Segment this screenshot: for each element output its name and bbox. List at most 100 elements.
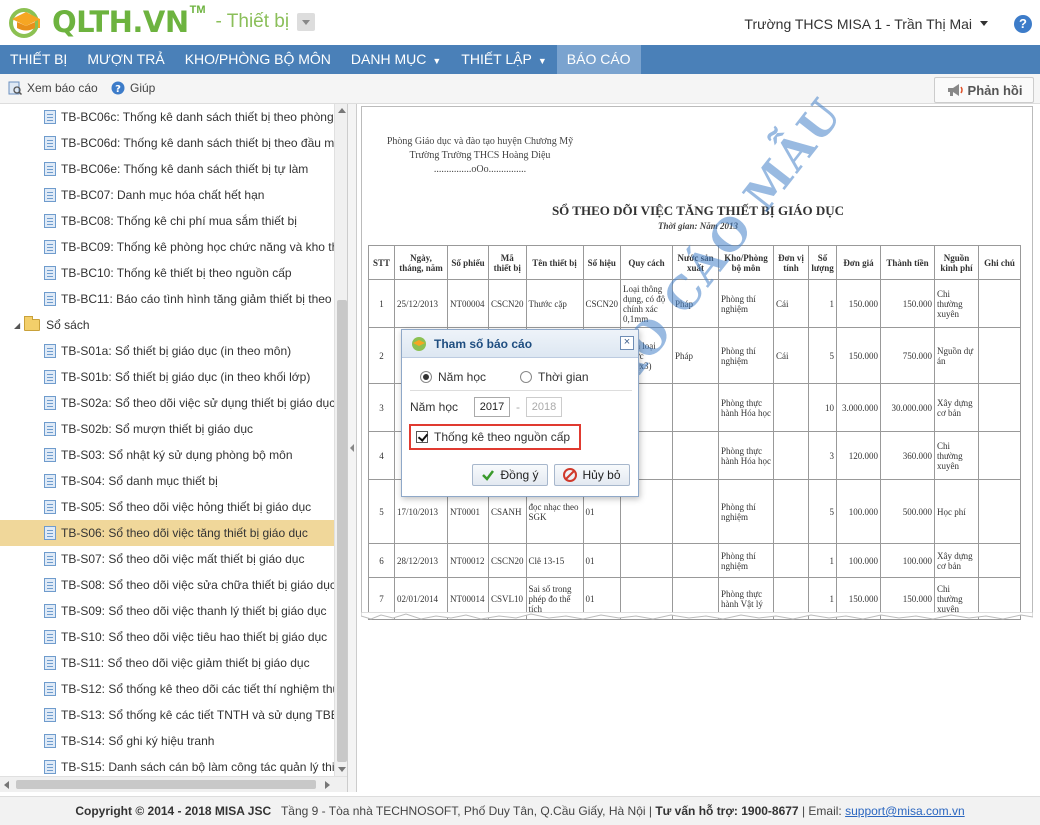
table-cell: 1 <box>368 279 395 328</box>
report-doc-icon <box>44 292 56 306</box>
tree-item[interactable]: TB-S05: Sổ theo dõi việc hỏng thiết bị g… <box>0 494 334 520</box>
cancel-button[interactable]: Hủy bỏ <box>554 464 630 486</box>
table-cell: Phòng thí nghiệm <box>718 543 775 578</box>
tree-folder-so-sach[interactable]: ◢ Sổ sách <box>0 312 334 338</box>
tree-item[interactable]: TB-S10: Sổ theo dõi việc tiêu hao thiết … <box>0 624 334 650</box>
report-doc-icon <box>44 526 56 540</box>
table-cell <box>672 383 720 432</box>
column-header: Tên thiết bị <box>525 245 584 280</box>
tree-item[interactable]: TB-S04: Sổ danh mục thiết bị <box>0 468 334 494</box>
scroll-up-icon[interactable] <box>338 108 346 113</box>
logo[interactable]: QLTH.VN TM - Thiết bị <box>4 4 316 40</box>
tree-item[interactable]: TB-S02a: Sổ theo dõi việc sử dụng thiết … <box>0 390 334 416</box>
table-cell: CSCN20 <box>488 543 527 578</box>
svg-text:?: ? <box>115 84 121 95</box>
school-year-row: Năm học 2017 - 2018 <box>410 395 632 419</box>
report-doc-icon <box>44 734 56 748</box>
report-doc-icon <box>44 240 56 254</box>
menu-item-0[interactable]: THIẾT BỊ <box>0 45 77 74</box>
column-header: Số lượng <box>808 245 838 280</box>
tree-item[interactable]: TB-BC06e: Thống kê danh sách thiết bị tự… <box>0 156 334 182</box>
support-email-link[interactable]: support@misa.com.vn <box>845 804 965 818</box>
tree-item[interactable]: TB-S14: Sổ ghi ký hiệu tranh <box>0 728 334 754</box>
scroll-thumb[interactable] <box>337 300 347 762</box>
tree-item[interactable]: TB-S01a: Sổ thiết bị giáo dục (in theo m… <box>0 338 334 364</box>
menu-item-4[interactable]: THIẾT LẬP ▼ <box>451 45 556 74</box>
report-doc-icon <box>44 708 56 722</box>
scroll-down-icon[interactable] <box>338 767 346 772</box>
tree-item[interactable]: TB-BC06c: Thống kê danh sách thiết bị th… <box>0 104 334 130</box>
feedback-button[interactable]: Phản hồi <box>934 77 1034 103</box>
tree-item[interactable]: TB-S13: Sổ thống kê các tiết TNTH và sử … <box>0 702 334 728</box>
table-cell: NT00012 <box>447 543 489 578</box>
tree-item[interactable]: TB-S11: Sổ theo dõi việc giảm thiết bị g… <box>0 650 334 676</box>
tree-item[interactable]: TB-S03: Sổ nhật ký sử dụng phòng bộ môn <box>0 442 334 468</box>
menu-item-5[interactable]: BÁO CÁO <box>556 45 641 74</box>
tree-item[interactable]: TB-S09: Sổ theo dõi việc thanh lý thiết … <box>0 598 334 624</box>
radio-time-range-label[interactable]: Thời gian <box>538 370 589 384</box>
tree-item[interactable]: TB-BC06d: Thống kê danh sách thiết bị th… <box>0 130 334 156</box>
view-report-label: Xem báo cáo <box>27 81 98 95</box>
tree-vertical-scrollbar[interactable] <box>334 104 347 776</box>
year-from-input[interactable]: 2017 <box>474 397 510 417</box>
table-cell: Phòng thí nghiệm <box>718 327 775 384</box>
expanded-triangle-icon[interactable]: ◢ <box>14 321 20 330</box>
table-cell: Thước cặp <box>525 279 584 328</box>
org-school: Trường Trường THCS Hoàng Diệu <box>409 150 551 161</box>
source-stat-option[interactable]: Thống kê theo nguồn cấp <box>409 424 581 450</box>
tree-item[interactable]: TB-BC07: Danh mục hóa chất hết hạn <box>0 182 334 208</box>
scroll-right-icon[interactable] <box>325 781 330 789</box>
tree-item-label: TB-BC07: Danh mục hóa chất hết hạn <box>61 188 265 202</box>
report-doc-icon <box>44 604 56 618</box>
ok-button[interactable]: Đồng ý <box>472 464 548 486</box>
tree-item-label: TB-S10: Sổ theo dõi việc tiêu hao thiết … <box>61 630 328 644</box>
source-stat-label[interactable]: Thống kê theo nguồn cấp <box>434 430 570 444</box>
tree-item-label: TB-S13: Sổ thống kê các tiết TNTH và sử … <box>61 708 334 722</box>
panel-splitter[interactable] <box>348 104 356 792</box>
tree-item[interactable]: TB-BC09: Thống kê phòng học chức năng và… <box>0 234 334 260</box>
tree-item[interactable]: TB-BC11: Báo cáo tình hình tăng giảm thi… <box>0 286 334 312</box>
tree-horizontal-scrollbar[interactable] <box>0 776 347 792</box>
scroll-left-icon[interactable] <box>4 781 9 789</box>
scroll-thumb-horizontal[interactable] <box>16 780 316 789</box>
collapse-arrow-icon[interactable] <box>350 444 354 452</box>
radio-school-year-label[interactable]: Năm học <box>438 370 486 384</box>
menu-item-3[interactable]: DANH MỤC ▼ <box>341 45 451 74</box>
close-icon[interactable]: × <box>620 336 634 350</box>
menu-item-2[interactable]: KHO/PHÒNG BỘ MÔN <box>175 45 341 74</box>
table-cell <box>672 479 720 544</box>
tree-item[interactable]: TB-S02b: Sổ mượn thiết bị giáo dục <box>0 416 334 442</box>
source-stat-checkbox[interactable] <box>416 431 428 443</box>
module-switch-dropdown[interactable] <box>297 13 316 31</box>
tree-item[interactable]: TB-S07: Sổ theo dõi việc mất thiết bị gi… <box>0 546 334 572</box>
feedback-label: Phản hồi <box>967 82 1023 98</box>
column-header: Nguồn kinh phí <box>934 245 980 280</box>
tree-item[interactable]: TB-S01b: Sổ thiết bị giáo dục (in theo k… <box>0 364 334 390</box>
footer-email-label: | Email: <box>801 804 842 818</box>
tree-item[interactable]: TB-BC10: Thống kê thiết bị theo nguồn cấ… <box>0 260 334 286</box>
tree-item[interactable]: TB-S06: Sổ theo dõi việc tăng thiết bị g… <box>0 520 334 546</box>
radio-time-range[interactable] <box>520 371 533 383</box>
table-cell: 01 <box>582 543 622 578</box>
tree-item[interactable]: TB-BC08: Thống kê chi phí mua sắm thiết … <box>0 208 334 234</box>
dialog-titlebar[interactable]: Tham số báo cáo <box>402 330 638 358</box>
tree-item[interactable]: TB-S12: Sổ thống kê theo dõi các tiết th… <box>0 676 334 702</box>
tree-item-label: TB-BC11: Báo cáo tình hình tăng giảm thi… <box>61 292 332 306</box>
table-cell: Chi thường xuyên <box>934 431 980 480</box>
tree-item-label: TB-S02a: Sổ theo dõi việc sử dụng thiết … <box>61 396 334 410</box>
help-button[interactable]: ? Giúp <box>111 81 155 95</box>
user-info[interactable]: Trường THCS MISA 1 - Trần Thị Mai <box>744 16 972 32</box>
help-icon[interactable]: ? <box>1014 15 1032 33</box>
table-cell <box>672 543 720 578</box>
ok-label: Đồng ý <box>500 468 539 482</box>
user-menu-caret-icon[interactable] <box>980 21 988 26</box>
report-subtitle: Thời gian: Năm 2013 <box>657 221 739 231</box>
report-doc-icon <box>44 656 56 670</box>
radio-school-year[interactable] <box>420 371 432 383</box>
table-cell: 3 <box>808 431 838 480</box>
report-parameters-dialog: Tham số báo cáo × Năm học Thời gian Năm … <box>401 329 639 497</box>
menu-item-1[interactable]: MƯỢN TRẢ <box>77 45 174 74</box>
table-cell: 3 <box>368 383 395 432</box>
view-report-button[interactable]: Xem báo cáo <box>8 81 98 95</box>
tree-item[interactable]: TB-S08: Sổ theo dõi việc sửa chữa thiết … <box>0 572 334 598</box>
